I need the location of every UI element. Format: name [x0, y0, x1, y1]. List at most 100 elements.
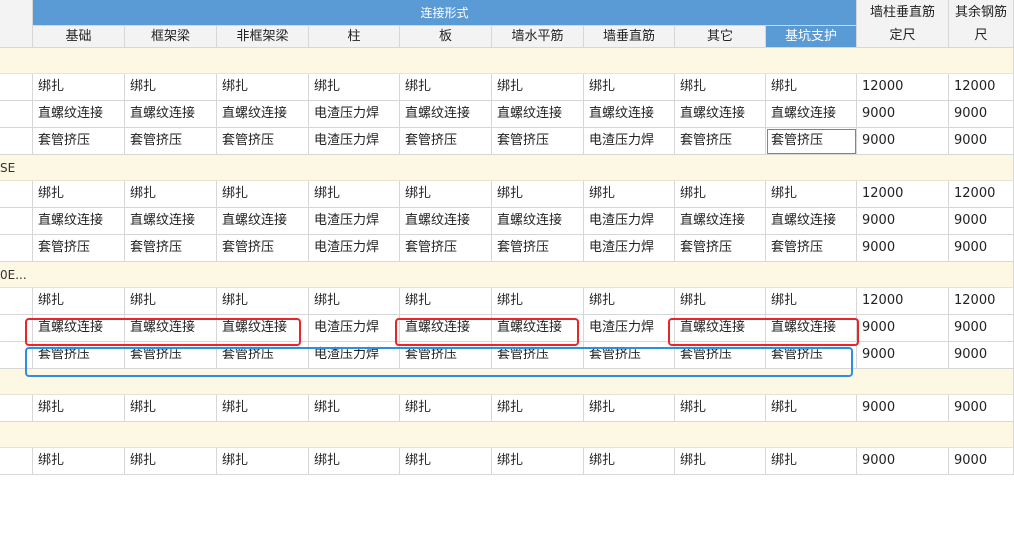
table-cell[interactable]: 9000: [949, 235, 1014, 262]
table-cell[interactable]: 绑扎: [675, 181, 766, 208]
table-cell[interactable]: 绑扎: [309, 395, 400, 422]
table-cell[interactable]: 直螺纹连接: [217, 208, 309, 235]
table-cell[interactable]: 绑扎: [766, 74, 857, 101]
table-cell[interactable]: 直螺纹连接: [400, 101, 492, 128]
group-row[interactable]: [0, 262, 1014, 288]
table-cell[interactable]: 绑扎: [675, 74, 766, 101]
table-cell[interactable]: 绑扎: [33, 395, 125, 422]
table-cell[interactable]: 套管挤压: [125, 235, 217, 262]
table-cell[interactable]: 电渣压力焊: [309, 208, 400, 235]
table-cell[interactable]: 绑扎: [400, 288, 492, 315]
column-header-2[interactable]: 非框架梁: [217, 26, 309, 48]
table-cell[interactable]: 直螺纹连接: [766, 208, 857, 235]
table-cell[interactable]: 9000: [857, 128, 949, 155]
table-cell[interactable]: 直螺纹连接: [125, 208, 217, 235]
table-cell[interactable]: 9000: [949, 342, 1014, 369]
table-cell[interactable]: 套管挤压: [675, 235, 766, 262]
table-cell[interactable]: 套管挤压: [400, 235, 492, 262]
table-cell[interactable]: 绑扎: [675, 448, 766, 475]
header-other-rebar[interactable]: 其余钢筋 尺: [949, 0, 1014, 48]
table-cell[interactable]: 绑扎: [125, 181, 217, 208]
table-cell[interactable]: 9000: [857, 208, 949, 235]
table-cell[interactable]: 套管挤压: [492, 128, 584, 155]
column-header-6[interactable]: 墙垂直筋: [584, 26, 675, 48]
table-cell[interactable]: 直螺纹连接: [492, 208, 584, 235]
table-cell[interactable]: 电渣压力焊: [584, 315, 675, 342]
table-cell[interactable]: 绑扎: [766, 448, 857, 475]
table-cell[interactable]: 12000: [857, 74, 949, 101]
table-cell[interactable]: 9000: [857, 235, 949, 262]
table-cell[interactable]: 绑扎: [33, 74, 125, 101]
table-cell[interactable]: 绑扎: [217, 288, 309, 315]
table-cell[interactable]: 绑扎: [400, 181, 492, 208]
table-cell[interactable]: 直螺纹连接: [33, 208, 125, 235]
table-cell[interactable]: 直螺纹连接: [492, 101, 584, 128]
table-cell[interactable]: 绑扎: [400, 448, 492, 475]
table-cell[interactable]: 电渣压力焊: [309, 101, 400, 128]
table-cell[interactable]: 绑扎: [584, 181, 675, 208]
table-cell[interactable]: 电渣压力焊: [309, 128, 400, 155]
table-cell[interactable]: 绑扎: [492, 181, 584, 208]
table-cell[interactable]: 12000: [857, 288, 949, 315]
table-cell[interactable]: 电渣压力焊: [584, 208, 675, 235]
table-cell[interactable]: 套管挤压: [400, 128, 492, 155]
table-cell[interactable]: 9000: [857, 395, 949, 422]
table-cell[interactable]: 直螺纹连接: [33, 101, 125, 128]
table-cell[interactable]: 12000: [949, 74, 1014, 101]
table-cell[interactable]: 绑扎: [766, 181, 857, 208]
column-header-7[interactable]: 其它: [675, 26, 766, 48]
table-cell[interactable]: 9000: [949, 101, 1014, 128]
table-cell[interactable]: 绑扎: [766, 395, 857, 422]
table-cell[interactable]: 9000: [949, 128, 1014, 155]
column-header-1[interactable]: 框架梁: [125, 26, 217, 48]
table-cell[interactable]: 9000: [857, 101, 949, 128]
row-header[interactable]: [0, 235, 33, 262]
column-header-0[interactable]: 基础: [33, 26, 125, 48]
table-cell[interactable]: 绑扎: [492, 395, 584, 422]
table-cell[interactable]: 绑扎: [217, 74, 309, 101]
table-cell[interactable]: 绑扎: [584, 288, 675, 315]
group-row[interactable]: [0, 422, 1014, 448]
table-cell[interactable]: 9000: [857, 448, 949, 475]
table-cell[interactable]: 绑扎: [125, 448, 217, 475]
table-cell[interactable]: 电渣压力焊: [309, 315, 400, 342]
table-cell[interactable]: 绑扎: [400, 395, 492, 422]
table-cell[interactable]: 绑扎: [217, 181, 309, 208]
table-cell[interactable]: 绑扎: [309, 448, 400, 475]
table-cell[interactable]: 直螺纹连接: [217, 101, 309, 128]
table-cell[interactable]: 套管挤压: [766, 235, 857, 262]
row-header[interactable]: [0, 128, 33, 155]
table-cell[interactable]: 直螺纹连接: [675, 208, 766, 235]
table-cell[interactable]: 套管挤压: [675, 128, 766, 155]
group-row[interactable]: [0, 48, 1014, 74]
table-cell[interactable]: 直螺纹连接: [400, 208, 492, 235]
table-cell[interactable]: 绑扎: [492, 288, 584, 315]
table-cell[interactable]: 电渣压力焊: [584, 128, 675, 155]
table-cell[interactable]: 绑扎: [675, 395, 766, 422]
table-cell[interactable]: 绑扎: [217, 395, 309, 422]
table-cell[interactable]: 绑扎: [492, 448, 584, 475]
table-cell[interactable]: 套管挤压: [217, 235, 309, 262]
table-cell[interactable]: 绑扎: [492, 74, 584, 101]
table-cell[interactable]: 套管挤压: [125, 128, 217, 155]
table-cell[interactable]: 电渣压力焊: [309, 235, 400, 262]
table-cell[interactable]: 绑扎: [309, 288, 400, 315]
table-cell[interactable]: 套管挤压: [33, 128, 125, 155]
table-cell[interactable]: 直螺纹连接: [584, 101, 675, 128]
table-cell[interactable]: 绑扎: [309, 74, 400, 101]
row-header[interactable]: [0, 208, 33, 235]
table-cell[interactable]: 12000: [949, 288, 1014, 315]
row-header[interactable]: [0, 101, 33, 128]
table-cell[interactable]: 绑扎: [125, 288, 217, 315]
row-header[interactable]: [0, 448, 33, 475]
column-header-5[interactable]: 墙水平筋: [492, 26, 584, 48]
table-cell[interactable]: 套管挤压: [766, 128, 857, 155]
table-cell[interactable]: 绑扎: [675, 288, 766, 315]
table-cell[interactable]: 直螺纹连接: [125, 101, 217, 128]
table-cell[interactable]: 直螺纹连接: [675, 101, 766, 128]
table-cell[interactable]: 9000: [949, 395, 1014, 422]
table-cell[interactable]: 9000: [857, 342, 949, 369]
row-header[interactable]: [0, 181, 33, 208]
table-cell[interactable]: 绑扎: [584, 395, 675, 422]
column-header-4[interactable]: 板: [400, 26, 492, 48]
